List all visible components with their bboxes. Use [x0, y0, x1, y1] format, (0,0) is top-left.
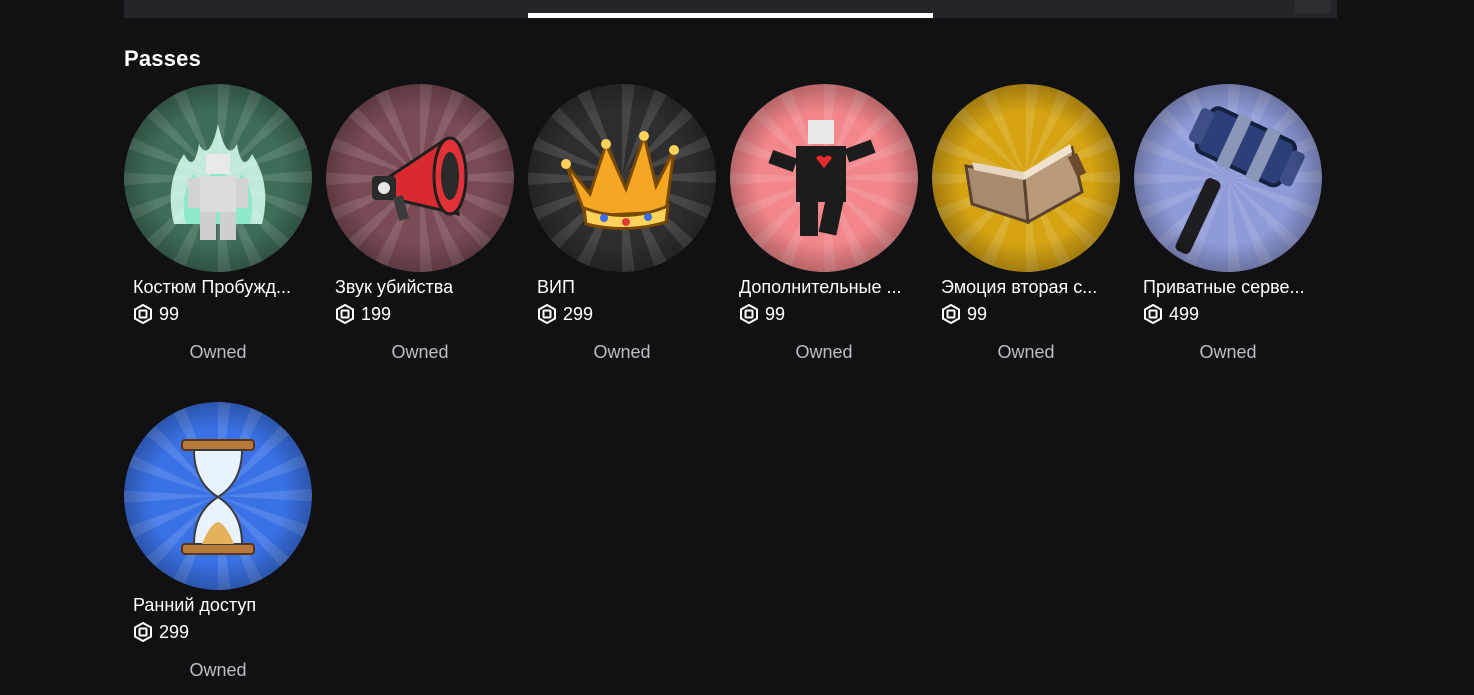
owned-status: Owned — [189, 660, 247, 680]
pass-price: 99 — [739, 303, 785, 325]
owned-status: Owned — [593, 342, 651, 362]
megaphone-icon[interactable] — [326, 84, 514, 272]
price-value: 99 — [967, 303, 988, 324]
robux-icon — [538, 304, 556, 324]
pass-card-kill-sound[interactable]: Звук убийства 199 Owned — [326, 84, 516, 364]
robux-icon — [134, 304, 152, 324]
pass-price: 299 — [537, 303, 593, 325]
pass-name[interactable]: Приватные серве... — [1143, 277, 1318, 298]
awakening-aura-figure-icon[interactable] — [124, 84, 312, 272]
pass-price: 199 — [335, 303, 391, 325]
hammer-icon[interactable] — [1134, 84, 1322, 272]
pass-name[interactable]: Эмоция вторая с... — [941, 277, 1116, 298]
price-value: 299 — [563, 303, 594, 324]
active-tab-indicator[interactable] — [528, 13, 933, 18]
price-value: 499 — [1169, 303, 1200, 324]
tab-scroll-button[interactable] — [1295, 0, 1331, 13]
price-value: 199 — [361, 303, 392, 324]
pass-price: 99 — [133, 303, 179, 325]
early-access-hourglass-icon[interactable] — [124, 402, 312, 590]
pass-name[interactable]: Дополнительные ... — [739, 277, 914, 298]
pass-card-vip[interactable]: ВИП 299 Owned — [528, 84, 718, 364]
open-book-icon[interactable] — [932, 84, 1120, 272]
robux-icon — [740, 304, 758, 324]
robux-icon — [942, 304, 960, 324]
owned-status: Owned — [391, 342, 449, 362]
crown-icon[interactable] — [528, 84, 716, 272]
robux-icon — [134, 622, 152, 642]
pass-price: 299 — [133, 621, 189, 643]
pass-card-awakening-costume[interactable]: Костюм Пробужд... 99 Owned — [124, 84, 314, 364]
pass-card-extra-emote-slots[interactable]: Дополнительные ... 99 Owned — [730, 84, 920, 364]
pass-name[interactable]: Ранний доступ — [133, 595, 308, 616]
price-value: 299 — [159, 621, 190, 642]
pass-name[interactable]: Костюм Пробужд... — [133, 277, 308, 298]
robux-icon — [1144, 304, 1162, 324]
price-value: 99 — [159, 303, 180, 324]
pass-card-early-access[interactable]: Ранний доступ 299 Owned — [124, 402, 314, 682]
owned-status: Owned — [189, 342, 247, 362]
section-title: Passes — [124, 46, 202, 71]
tab-bar — [124, 0, 1337, 18]
owned-status: Owned — [795, 342, 853, 362]
emote-slots-character-icon[interactable] — [730, 84, 918, 272]
pass-name[interactable]: ВИП — [537, 277, 712, 298]
robux-icon — [336, 304, 354, 324]
pass-name[interactable]: Звук убийства — [335, 277, 510, 298]
owned-status: Owned — [1199, 342, 1257, 362]
pass-price: 499 — [1143, 303, 1199, 325]
owned-status: Owned — [997, 342, 1055, 362]
pass-price: 99 — [941, 303, 987, 325]
price-value: 99 — [765, 303, 786, 324]
pass-card-second-emote[interactable]: Эмоция вторая с... 99 Owned — [932, 84, 1122, 364]
pass-card-private-servers[interactable]: Приватные серве... 499 Owned — [1134, 84, 1324, 364]
